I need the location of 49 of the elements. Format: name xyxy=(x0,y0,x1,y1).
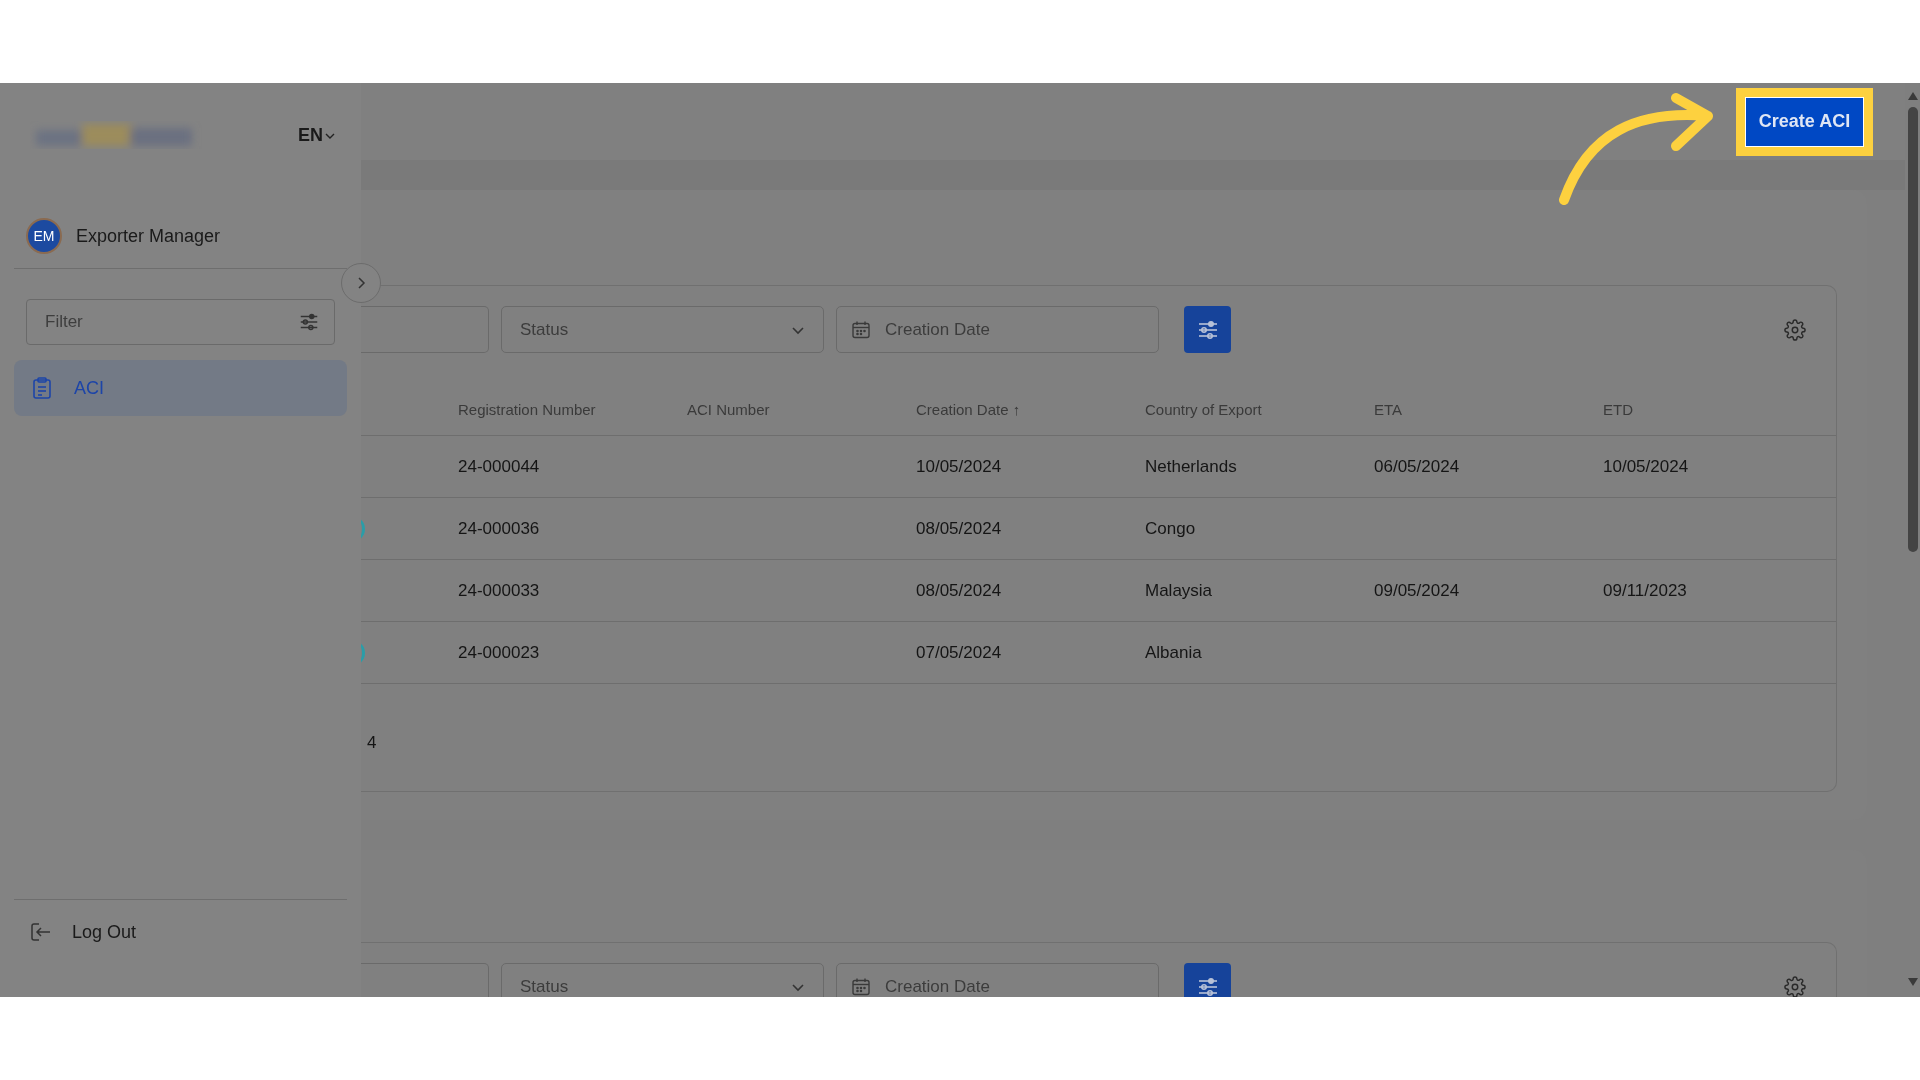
filter-field[interactable]: Filter xyxy=(26,299,335,345)
user-avatar: EM xyxy=(26,218,62,254)
calendar-icon xyxy=(851,976,871,997)
column-header[interactable]: Country of Export xyxy=(1145,399,1374,422)
table-cell: Malaysia xyxy=(1145,580,1213,600)
search-field[interactable] xyxy=(361,963,489,997)
logout-button[interactable]: Log Out xyxy=(0,900,361,964)
column-header[interactable]: Creation Date ↑ xyxy=(916,399,1145,422)
clipboard-icon xyxy=(32,377,52,399)
date-field[interactable]: Creation Date xyxy=(836,963,1159,997)
table-cell: 06/05/2024 xyxy=(1374,456,1460,476)
table-cell: 24-000023 xyxy=(458,642,540,662)
table-cell: 08/05/2024 xyxy=(916,518,1002,538)
date-field[interactable]: Creation Date xyxy=(836,306,1159,353)
column-header[interactable]: ETA xyxy=(1374,399,1603,422)
scroll-up-icon[interactable] xyxy=(1906,91,1919,101)
table-cell: Netherlands xyxy=(1145,456,1237,476)
scrollbar-thumb[interactable] xyxy=(1907,107,1918,552)
table-cell: 10/05/2024 xyxy=(1603,456,1689,476)
table-cell: 08/05/2024 xyxy=(916,580,1002,600)
pagination-text: 4 xyxy=(367,733,377,752)
table-cell: Albania xyxy=(1145,642,1202,662)
table-cell: 24-000033 xyxy=(458,580,540,600)
sliders-icon xyxy=(298,311,320,333)
column-header[interactable]: ACI Number xyxy=(687,399,916,422)
nav-item[interactable]: ACI xyxy=(14,360,347,416)
table-cell: 24-000036 xyxy=(458,518,540,538)
table-cell: 24-000044 xyxy=(458,456,540,476)
scroll-down-icon[interactable] xyxy=(1906,977,1919,987)
filter-button[interactable] xyxy=(1184,306,1231,353)
language-dropdown[interactable]: EN xyxy=(298,122,335,149)
status-dropdown[interactable]: Status xyxy=(501,306,824,353)
create-aci-button[interactable]: Create ACI xyxy=(1746,97,1863,146)
column-header[interactable]: ETD xyxy=(1603,399,1832,422)
table-cell: 09/11/2023 xyxy=(1603,580,1687,600)
filter-button[interactable] xyxy=(1184,963,1231,997)
search-field[interactable] xyxy=(361,306,489,353)
column-header[interactable]: Registration Number xyxy=(458,399,687,422)
table-cell: 07/05/2024 xyxy=(916,642,1002,662)
settings-icon[interactable] xyxy=(1784,318,1806,341)
user-name: Exporter Manager xyxy=(76,224,221,248)
table-cell: 09/05/2024 xyxy=(1374,580,1460,600)
settings-icon[interactable] xyxy=(1784,975,1806,997)
table-cell: Congo xyxy=(1145,518,1196,538)
calendar-icon xyxy=(851,319,871,340)
status-dropdown[interactable]: Status xyxy=(501,963,824,997)
chevron-right-icon xyxy=(355,277,367,289)
logout-icon xyxy=(30,922,52,942)
table-cell: 10/05/2024 xyxy=(916,456,1002,476)
